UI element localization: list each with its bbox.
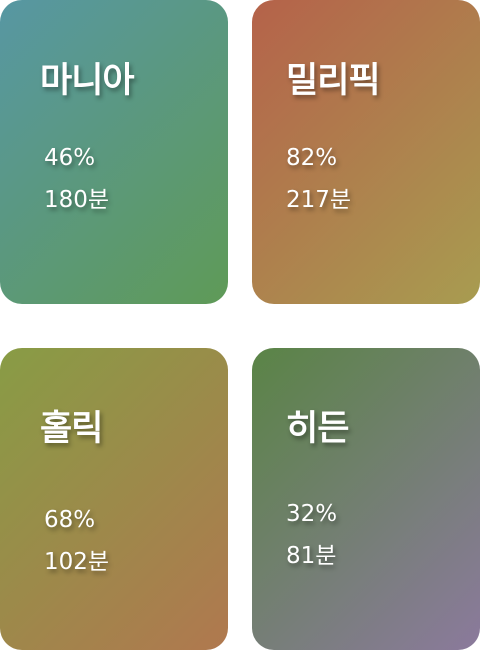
card-mania[interactable]: 마니아 46% 180분 xyxy=(0,0,228,304)
card-title: 홀릭 xyxy=(40,409,103,449)
card-percent: 32% xyxy=(286,501,338,527)
card-minutes: 217분 xyxy=(286,187,352,213)
card-holic[interactable]: 홀릭 68% 102분 xyxy=(0,348,228,650)
card-percent: 82% xyxy=(286,145,338,171)
card-millie-pick[interactable]: 밀리픽 82% 217분 xyxy=(252,0,480,304)
card-title: 마니아 xyxy=(40,61,135,101)
card-grid: 마니아 46% 180분 밀리픽 82% 217분 홀릭 68% 102분 히든… xyxy=(0,0,480,650)
card-title: 히든 xyxy=(286,409,349,449)
card-minutes: 81분 xyxy=(286,543,337,569)
card-minutes: 180분 xyxy=(44,187,110,213)
card-title: 밀리픽 xyxy=(286,61,381,101)
card-percent: 68% xyxy=(44,507,96,533)
card-percent: 46% xyxy=(44,145,96,171)
card-minutes: 102분 xyxy=(44,549,110,575)
card-hidden[interactable]: 히든 32% 81분 xyxy=(252,348,480,650)
